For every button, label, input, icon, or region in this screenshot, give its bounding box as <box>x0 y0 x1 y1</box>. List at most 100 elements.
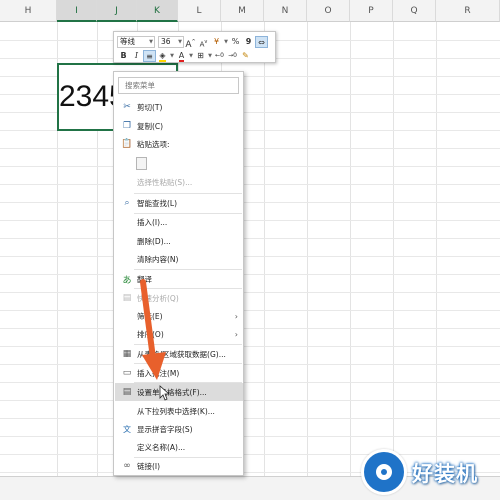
scissors-icon: ✂ <box>123 102 131 112</box>
mini-format-toolbar: 等线 ▼ 36 ▼ A^ Av ¥ ▼ % 9 ⇔ B I ≡ ◈ ▼ A ▼ ⊞ … <box>113 31 276 63</box>
merge-center-button[interactable]: ⇔ <box>255 35 268 48</box>
quick-analysis-icon: ▤ <box>122 293 132 303</box>
format-painter-button[interactable]: ✎ <box>239 50 252 62</box>
translate-icon: あ <box>122 275 132 286</box>
menu-item-smart-lookup[interactable]: ⌕ 智能查找(L) <box>115 194 243 212</box>
menu-item-pick-from-list[interactable]: 从下拉列表中选择(K)... <box>115 402 243 420</box>
percent-button[interactable]: % <box>229 36 242 48</box>
menu-item-sort[interactable]: 排序(O) › <box>115 325 243 343</box>
bold-button[interactable]: B <box>117 50 130 62</box>
grid-row-line <box>0 382 500 383</box>
watermark-logo: 好装机 <box>356 446 498 498</box>
menu-item-get-data[interactable]: ▦ 从表格/区域获取数据(G)... <box>115 345 243 363</box>
logo-eye-icon <box>361 449 407 495</box>
menu-item-insert[interactable]: 插入(I)... <box>115 213 243 231</box>
grow-font-button[interactable]: A^ <box>184 36 197 50</box>
menu-item-copy[interactable]: ❐ 复制(C) <box>115 117 243 135</box>
grid-row-line <box>0 184 500 185</box>
menu-item-label: 从下拉列表中选择(K)... <box>137 406 215 416</box>
increase-decimal-button[interactable]: ←0 <box>213 50 226 62</box>
align-center-button[interactable]: ≡ <box>143 49 156 62</box>
column-header-m[interactable]: M <box>221 0 264 22</box>
menu-item-filter[interactable]: 筛选(E) › <box>115 307 243 325</box>
borders-button[interactable]: ⊞ <box>194 50 207 62</box>
menu-item-label: 快速分析(Q) <box>137 293 179 303</box>
menu-item-format-cells[interactable]: ▤ 设置单元格格式(F)... <box>115 383 243 401</box>
column-header-j[interactable]: J <box>97 0 137 22</box>
menu-search-input[interactable]: 搜索菜单 <box>118 77 239 94</box>
comment-icon: ▭ <box>122 368 132 378</box>
menu-item-paste-special[interactable]: 选择性粘贴(S)... <box>115 173 243 191</box>
menu-item-delete[interactable]: 删除(D)... <box>115 232 243 250</box>
grid-row-line <box>0 346 500 347</box>
font-size-value: 36 <box>161 36 171 46</box>
column-header-k[interactable]: K <box>137 0 178 22</box>
menu-item-insert-comment[interactable]: ▭ 插入批注(M) <box>115 364 243 382</box>
column-header-r[interactable]: R <box>436 0 500 22</box>
column-header-q[interactable]: Q <box>393 0 436 22</box>
menu-item-clear-contents[interactable]: 清除内容(N) <box>115 250 243 268</box>
font-name-value: 等线 <box>120 36 135 46</box>
menu-item-label: 清除内容(N) <box>137 254 179 264</box>
menu-item-show-phonetic[interactable]: 文显示拼音字段(S) <box>115 420 243 438</box>
currency-button[interactable]: ¥ <box>210 36 223 48</box>
menu-item-label: 粘贴选项: <box>137 139 170 149</box>
grid-row-line <box>0 400 500 401</box>
decrease-decimal-button[interactable]: →0 <box>226 50 239 62</box>
grid-row-line <box>0 274 500 275</box>
menu-item-label: 复制(C) <box>137 121 164 131</box>
grid-row-line <box>0 364 500 365</box>
clipboard-icon: 📋 <box>121 139 133 149</box>
column-header-i[interactable]: I <box>57 0 97 22</box>
link-icon: ∞ <box>123 461 131 471</box>
align-center-icon: ≡ <box>146 51 153 61</box>
column-header-p[interactable]: P <box>350 0 393 22</box>
grid-column-line <box>436 22 437 478</box>
menu-item-label: 插入(I)... <box>137 217 168 227</box>
grid-row-line <box>0 436 500 437</box>
italic-button[interactable]: I <box>130 50 143 62</box>
chevron-right-icon: › <box>234 311 238 321</box>
grid-column-line <box>264 22 265 478</box>
spreadsheet: H I J K L M N O P Q R 2345 <box>0 0 500 500</box>
menu-item-label: 筛选(E) <box>137 311 163 321</box>
menu-item-label: 设置单元格格式(F)... <box>137 387 207 397</box>
table-icon: ▦ <box>122 349 132 359</box>
phonetic-icon: 文 <box>123 424 131 434</box>
menu-item-link[interactable]: ∞ 链接(I) <box>115 457 243 475</box>
shrink-font-button[interactable]: Av <box>197 36 210 48</box>
column-header-n[interactable]: N <box>264 0 307 22</box>
menu-item-label: 排序(O) <box>137 329 164 339</box>
search-icon: ⌕ <box>124 198 130 208</box>
menu-item-label: 插入批注(M) <box>137 368 180 378</box>
font-color-button[interactable]: A <box>175 50 188 62</box>
borders-icon: ⊞ <box>197 50 204 60</box>
grid-column-line <box>350 22 351 478</box>
context-menu: 搜索菜单 ✂ 剪切(T) ❐ 复制(C) 📋 粘贴选项: 选择性粘贴(S)... ⌕ 智… <box>113 71 244 476</box>
column-header-o[interactable]: O <box>307 0 350 22</box>
font-color-icon: A <box>178 50 185 62</box>
menu-item-cut[interactable]: ✂ 剪切(T) <box>115 98 243 116</box>
column-header-h[interactable]: H <box>0 0 57 22</box>
menu-item-translate[interactable]: あ翻译 <box>115 270 243 288</box>
font-name-select[interactable]: 等线 ▼ <box>117 35 155 48</box>
column-header-l[interactable]: L <box>178 0 221 22</box>
grid-column-line <box>393 22 394 478</box>
font-size-select[interactable]: 36 ▼ <box>158 35 184 48</box>
menu-item-label: 定义名称(A)... <box>137 442 186 452</box>
menu-item-label: 翻译 <box>137 274 152 284</box>
comma-style-button[interactable]: 9 <box>242 36 255 48</box>
grid-row-line <box>0 256 500 257</box>
menu-item-define-name[interactable]: 定义名称(A)... <box>115 438 243 456</box>
grid-row-line <box>0 292 500 293</box>
paste-option-icon[interactable] <box>136 157 147 170</box>
menu-item-label: 选择性粘贴(S)... <box>137 177 193 187</box>
fill-color-button[interactable]: ◈ <box>156 50 169 62</box>
grid-row-line <box>0 310 500 311</box>
menu-item-label: 显示拼音字段(S) <box>137 424 193 434</box>
grid-row-line <box>0 328 500 329</box>
menu-item-quick-analysis[interactable]: ▤ 快速分析(Q) <box>115 289 243 307</box>
grid-row-line <box>0 166 500 167</box>
menu-item-label: 智能查找(L) <box>137 198 178 208</box>
paintbrush-icon: ✎ <box>242 50 249 60</box>
